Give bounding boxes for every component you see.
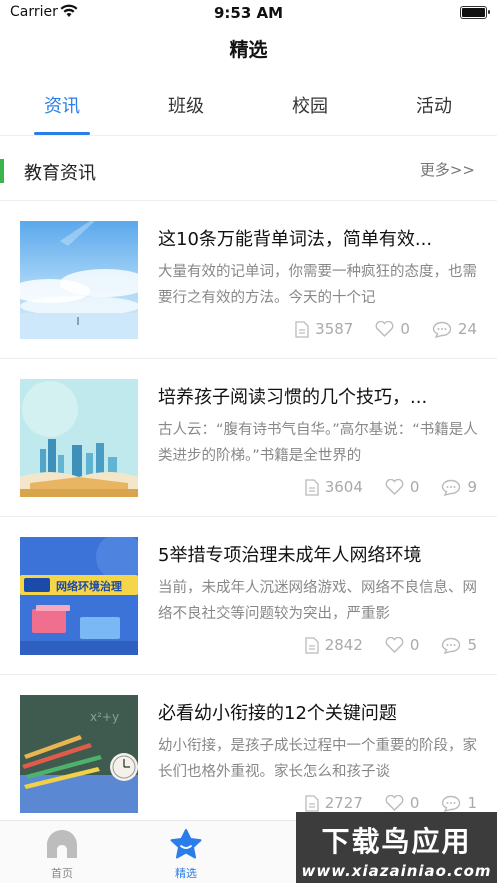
news-stats: 3587 0 24 [273, 319, 477, 339]
status-time: 9:53 AM [213, 4, 284, 22]
section-title: 教育资讯 [24, 163, 96, 184]
news-thumbnail: x²+y [20, 695, 138, 813]
comment-icon [442, 637, 461, 654]
tab-campus[interactable]: 校园 [265, 92, 355, 118]
like-count[interactable]: 0 [385, 794, 419, 812]
tab-active-indicator [34, 132, 90, 135]
svg-text:x²+y: x²+y [90, 710, 119, 724]
status-bar: Carrier 9:53 AM [0, 0, 497, 26]
heart-icon [385, 795, 404, 811]
news-summary: 幼小衔接，是孩子成长过程中一个重要的阶段，家长们也格外重视。家长怎么和孩子谈 [158, 738, 477, 780]
news-stats: 3604 0 9 [283, 477, 477, 497]
document-icon [305, 794, 319, 812]
news-summary: 当前，未成年人沉迷网络游戏、网络不良信息、网络不良社交等问题较为突出，严重影 [158, 580, 477, 622]
view-count: 2727 [305, 794, 363, 812]
comment-count[interactable]: 5 [441, 636, 477, 654]
news-title: 培养孩子阅读习惯的几个技巧，... [158, 387, 428, 408]
comment-count[interactable]: 1 [441, 794, 477, 812]
news-title: 必看幼小衔接的12个关键问题 [158, 703, 397, 724]
thumbnail-caption: 网络环境治理 [56, 579, 122, 593]
like-count[interactable]: 0 [375, 320, 410, 338]
tabbar-label-home: 首页 [51, 867, 73, 880]
comment-count[interactable]: 24 [432, 320, 477, 338]
page-title: 精选 [229, 39, 268, 61]
comment-icon [432, 321, 452, 338]
document-icon [305, 478, 319, 496]
document-icon [295, 320, 309, 338]
tabbar-home[interactable]: 首页 [22, 829, 102, 881]
comment-icon [442, 795, 461, 812]
heart-icon [375, 321, 394, 337]
news-item[interactable]: 培养孩子阅读习惯的几个技巧，... 古人云：“腹有诗书气自华。”高尔基说：“书籍… [0, 359, 497, 517]
watermark-logo: 下载鸟应用 www.xiazainiao.com [296, 812, 497, 883]
like-count[interactable]: 0 [385, 478, 419, 496]
view-count: 2842 [305, 636, 363, 654]
section-header: 教育资讯 更多>> [0, 137, 497, 201]
tab-class[interactable]: 班级 [141, 92, 231, 118]
news-item[interactable]: 这10条万能背单词法，简单有效... 大量有效的记单词，你需要一种疯狂的态度，也… [0, 201, 497, 359]
news-summary: 古人云：“腹有诗书气自华。”高尔基说：“书籍是人类进步的阶梯。”书籍是全世界的 [158, 422, 478, 464]
home-icon [47, 830, 77, 858]
heart-icon [385, 479, 404, 495]
battery-icon [460, 6, 490, 19]
tab-activity[interactable]: 活动 [389, 92, 479, 118]
news-stats: 2842 0 5 [283, 635, 477, 655]
news-summary: 大量有效的记单词，你需要一种疯狂的态度，也需要行之有效的方法。今天的十个记 [158, 264, 477, 306]
category-tabs: 资讯 班级 校园 活动 [0, 80, 497, 136]
star-icon [170, 829, 202, 859]
comment-count[interactable]: 9 [441, 478, 477, 496]
view-count: 3587 [295, 320, 353, 338]
document-icon [305, 636, 319, 654]
news-thumbnail [20, 221, 138, 339]
comment-icon [442, 479, 461, 496]
news-title: 这10条万能背单词法，简单有效... [158, 229, 433, 250]
news-item[interactable]: x²+y 必看幼小衔接的12个关键问题 幼小衔接，是孩子成长过程中一个重要的阶段… [0, 675, 497, 833]
news-thumbnail [20, 379, 138, 497]
news-item[interactable]: 网络环境治理 5举措专项治理未成年人网络环境 当前，未成年人沉迷网络游戏、网络不… [0, 517, 497, 675]
tabbar-label-featured: 精选 [175, 867, 197, 880]
section-accent-bar [0, 159, 4, 183]
news-title: 5举措专项治理未成年人网络环境 [158, 545, 422, 566]
heart-icon [385, 637, 404, 653]
watermark-main-text: 下载鸟应用 [321, 825, 472, 858]
more-link[interactable]: 更多>> [420, 159, 475, 180]
like-count[interactable]: 0 [385, 636, 419, 654]
news-stats: 2727 0 1 [283, 793, 477, 813]
tabbar-featured[interactable]: 精选 [146, 829, 226, 881]
tab-news[interactable]: 资讯 [17, 92, 107, 118]
news-thumbnail: 网络环境治理 [20, 537, 138, 655]
watermark-url: www.xiazainiao.com [301, 862, 492, 880]
view-count: 3604 [305, 478, 363, 496]
